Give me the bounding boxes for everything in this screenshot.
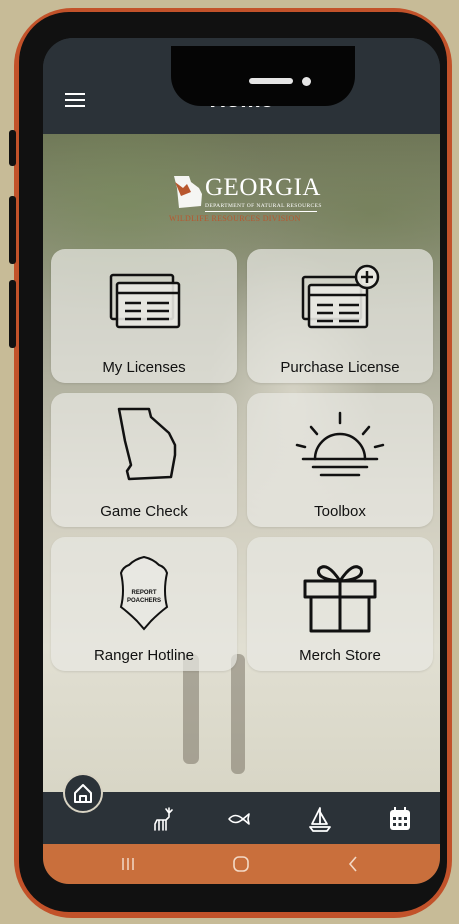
bottom-navigation	[43, 792, 440, 844]
front-camera	[302, 77, 311, 86]
license-card-icon	[109, 273, 181, 329]
georgia-dnr-logo: GEORGIA DEPARTMENT OF NATURAL RESOURCES …	[167, 174, 327, 228]
phone-side-button	[9, 196, 16, 264]
tile-label: Ranger Hotline	[93, 647, 195, 664]
home-content: GEORGIA DEPARTMENT OF NATURAL RESOURCES …	[43, 134, 440, 792]
phone-side-button	[9, 130, 16, 166]
logo-department: DEPARTMENT OF NATURAL RESOURCES	[205, 203, 322, 209]
georgia-state-icon	[174, 176, 202, 208]
speaker	[249, 78, 293, 84]
game-check-tile[interactable]: Game Check	[51, 393, 237, 527]
svg-text:POACHERS: POACHERS	[127, 598, 161, 604]
tile-label: Purchase License	[280, 359, 400, 376]
home-circle-icon[interactable]	[231, 854, 251, 874]
purchase-license-tile[interactable]: Purchase License	[247, 249, 433, 383]
report-poachers-badge-icon: REPORT POACHERS	[119, 555, 169, 631]
license-add-icon	[301, 264, 380, 329]
home-nav-button[interactable]	[63, 773, 103, 813]
merch-store-tile[interactable]: Merch Store	[247, 537, 433, 671]
sunrise-icon	[295, 411, 385, 477]
tile-label: Toolbox	[314, 503, 366, 520]
home-icon	[74, 784, 92, 803]
my-licenses-tile[interactable]: My Licenses	[51, 249, 237, 383]
logo-name: GEORGIA	[205, 174, 321, 201]
system-navigation-bar	[43, 844, 440, 884]
back-icon[interactable]	[343, 854, 363, 874]
gift-icon	[303, 565, 377, 633]
deer-icon[interactable]	[149, 804, 179, 834]
svg-text:REPORT: REPORT	[131, 590, 156, 596]
toolbox-tile[interactable]: Toolbox	[247, 393, 433, 527]
fish-icon[interactable]	[223, 804, 253, 834]
sailboat-icon[interactable]	[305, 804, 335, 834]
ranger-hotline-tile[interactable]: REPORT POACHERS Ranger Hotline	[51, 537, 237, 671]
phone-side-button	[9, 280, 16, 348]
recent-apps-icon[interactable]	[118, 854, 138, 874]
georgia-map-icon	[117, 407, 177, 481]
calendar-icon[interactable]	[385, 804, 415, 834]
tile-label: Game Check	[100, 503, 188, 520]
phone-screen: Home GEORGIA DEPARTMENT OF NATURAL RESOU…	[43, 38, 440, 884]
notch	[171, 46, 355, 106]
tile-label: My Licenses	[102, 359, 186, 376]
tile-label: Merch Store	[299, 647, 381, 664]
logo-division: WILDLIFE RESOURCES DIVISION	[169, 214, 301, 223]
